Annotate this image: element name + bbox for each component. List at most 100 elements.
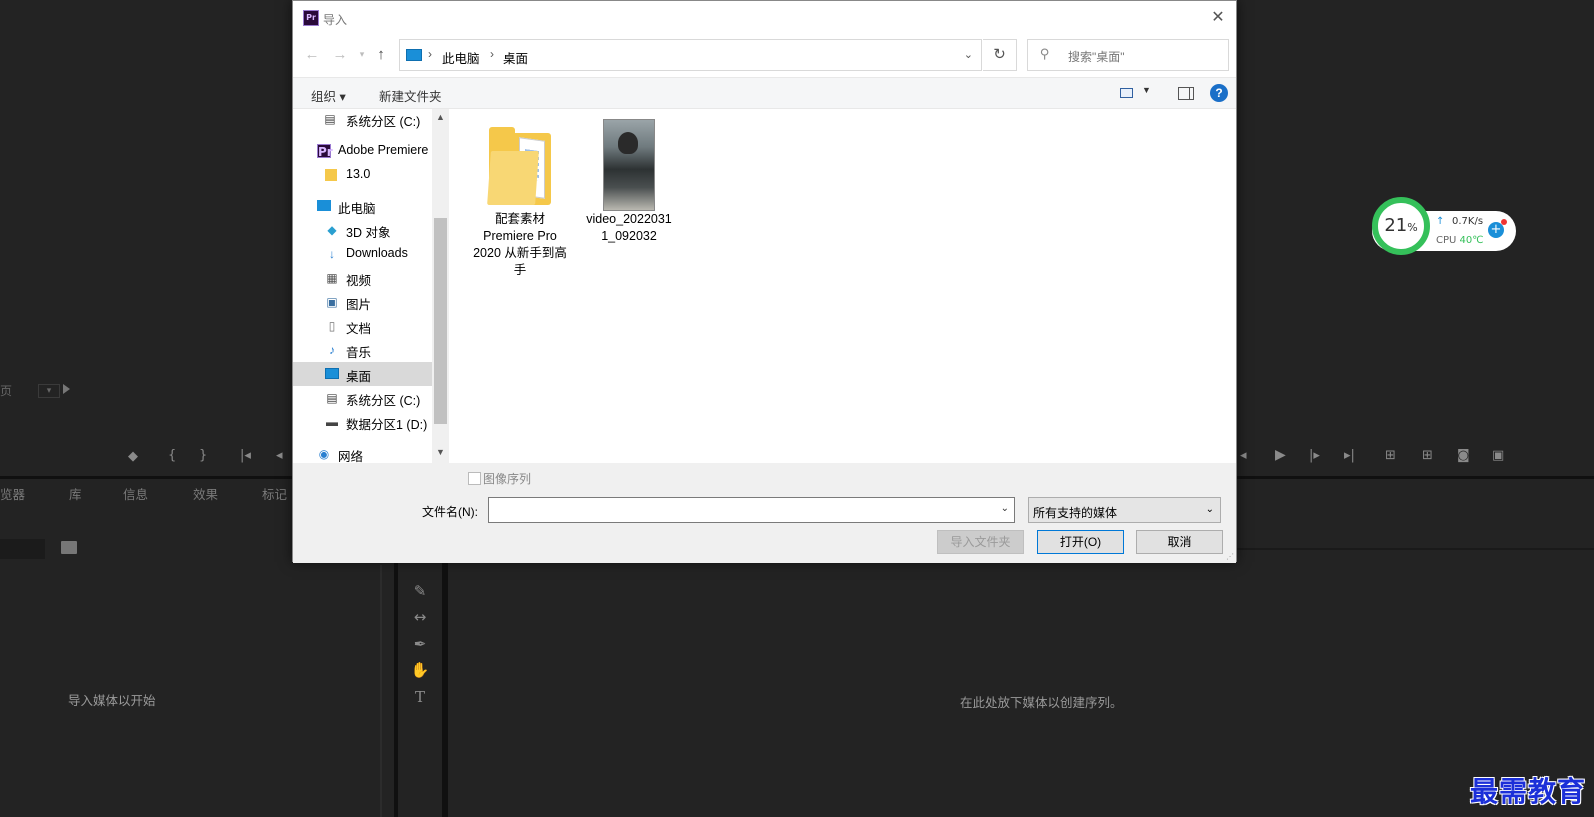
cpu-temp-readout: CPU 40℃	[1436, 235, 1484, 246]
import-folder-button[interactable]: 导入文件夹	[937, 530, 1024, 554]
recent-locations-icon[interactable]: ▾	[353, 49, 371, 60]
go-to-out-icon[interactable]: ▸|	[1344, 449, 1355, 463]
tab-media-browser[interactable]: 览器	[0, 484, 25, 503]
organize-button[interactable]: 组织 ▾	[311, 86, 346, 105]
new-folder-button[interactable]: 新建文件夹	[379, 86, 442, 105]
timeline-empty-text: 在此处放下媒体以创建序列。	[960, 695, 1123, 710]
nav-item-3d-objects[interactable]: ◆ 3D 对象	[293, 218, 433, 242]
navigation-pane: ▤ 系统分区 (C:) Pr Adobe Premiere 13.0 此电脑 ◆…	[293, 109, 449, 463]
mark-in-icon[interactable]: {	[168, 449, 176, 463]
view-mode-icon[interactable]	[1120, 88, 1133, 98]
import-dialog: Pr 导入 ✕ ← → ▾ ↑ › 此电脑 › 桌面 ⌄ ↻ ⚲ 搜索"桌面" …	[292, 0, 1237, 563]
filename-label: 文件名(N):	[422, 505, 478, 519]
upload-icon: ↑	[1436, 216, 1445, 227]
comparison-view-icon[interactable]: ▣	[1492, 449, 1504, 463]
go-to-in-icon[interactable]: |◂	[240, 449, 251, 463]
chevron-right-icon[interactable]: ›	[428, 47, 432, 61]
drive-icon: ▬	[326, 415, 338, 429]
nav-item-pictures[interactable]: ▣ 图片	[293, 290, 433, 314]
breadcrumb-desktop[interactable]: 桌面	[503, 48, 528, 67]
nav-item-downloads[interactable]: ↓ Downloads	[293, 242, 433, 266]
image-sequence-checkbox[interactable]	[468, 472, 481, 485]
list-item-folder[interactable]: 配套素材 Premiere Pro 2020 从新手到高 手	[465, 109, 575, 289]
hand-tool-icon[interactable]: ✋	[410, 661, 430, 679]
step-back-icon[interactable]: ◂	[1240, 449, 1247, 463]
extract-icon[interactable]: ⊞	[1422, 449, 1433, 463]
desktop-icon	[325, 368, 339, 379]
command-bar: 组织 ▾ 新建文件夹 ▼ ?	[293, 77, 1236, 109]
up-icon[interactable]: ↑	[372, 46, 390, 63]
file-name: video_2022031 1_092032	[586, 212, 672, 243]
mark-out-icon[interactable]: }	[199, 449, 207, 463]
back-icon[interactable]: ←	[303, 46, 321, 63]
play-icon[interactable]: ▶	[1275, 448, 1286, 462]
scroll-up-icon[interactable]: ▲	[432, 112, 449, 122]
filename-field[interactable]: ⌄	[488, 497, 1015, 523]
chevron-down-icon[interactable]: ▼	[1142, 85, 1151, 95]
help-icon[interactable]: ?	[1210, 84, 1228, 102]
chevron-right-icon[interactable]: ›	[490, 47, 494, 61]
premiere-icon: Pr	[317, 144, 333, 159]
chevron-down-icon[interactable]: ⌄	[1001, 503, 1009, 514]
nav-item-videos[interactable]: ▦ 视频	[293, 266, 433, 290]
file-list: 配套素材 Premiere Pro 2020 从新手到高 手 video_202…	[449, 109, 1236, 463]
camera-icon[interactable]: ◙	[1457, 449, 1470, 463]
play-icon[interactable]	[63, 384, 70, 394]
dialog-titlebar[interactable]: Pr 导入 ✕	[293, 1, 1236, 35]
video-thumbnail-icon	[603, 119, 655, 211]
marker-icon[interactable]: ◆	[128, 450, 138, 464]
panel-divider	[394, 560, 398, 817]
nav-item-documents[interactable]: ▯ 文档	[293, 314, 433, 338]
tab-markers[interactable]: 标记	[262, 484, 287, 503]
pen-tool-icon[interactable]: ✒	[410, 635, 430, 653]
nav-item-music[interactable]: ♪ 音乐	[293, 338, 433, 362]
file-type-select[interactable]: 所有支持的媒体 ⌄	[1028, 497, 1221, 523]
tab-effects[interactable]: 效果	[193, 484, 218, 503]
type-tool-icon[interactable]: T	[410, 688, 430, 706]
address-bar[interactable]: › 此电脑 › 桌面 ⌄	[399, 39, 982, 71]
scroll-down-icon[interactable]: ▼	[432, 447, 449, 457]
network-speed: 0.7K/s	[1452, 216, 1484, 227]
file-type-value: 所有支持的媒体	[1033, 506, 1118, 520]
nav-item-system-c-2[interactable]: ▤ 系统分区 (C:)	[293, 386, 433, 410]
premiere-logo-icon: Pr	[303, 10, 319, 26]
chevron-down-icon[interactable]: ⌄	[964, 48, 973, 61]
nav-item-adobe-premiere[interactable]: Pr Adobe Premiere	[293, 139, 433, 163]
nav-item-this-pc[interactable]: 此电脑	[293, 194, 433, 218]
open-button[interactable]: 打开(O)	[1037, 530, 1124, 554]
nav-item-data-d[interactable]: ▬ 数据分区1 (D:)	[293, 410, 433, 434]
project-search-input[interactable]	[0, 539, 45, 559]
nav-item-13-0[interactable]: 13.0	[293, 163, 433, 187]
video-icon: ▦	[326, 271, 338, 285]
razor-tool-icon[interactable]: ✎	[410, 582, 430, 600]
lift-icon[interactable]: ⊞	[1385, 449, 1396, 463]
new-bin-icon[interactable]	[61, 541, 77, 554]
search-placeholder: 搜索"桌面"	[1068, 50, 1125, 64]
close-icon[interactable]: ✕	[1208, 8, 1228, 28]
folder-icon	[325, 169, 337, 181]
tab-libraries[interactable]: 库	[69, 484, 82, 503]
step-back-icon[interactable]: ◂	[276, 449, 283, 463]
3d-objects-icon: ◆	[327, 223, 337, 237]
drive-icon: ▤	[326, 391, 338, 405]
cancel-button[interactable]: 取消	[1136, 530, 1223, 554]
preview-pane-icon[interactable]	[1178, 87, 1194, 100]
tab-info[interactable]: 信息	[123, 484, 148, 503]
search-input[interactable]: ⚲ 搜索"桌面"	[1027, 39, 1229, 71]
nav-scrollbar[interactable]: ▲ ▼	[432, 109, 449, 463]
step-forward-icon[interactable]: |▸	[1309, 449, 1320, 463]
file-name: 配套素材 Premiere Pro 2020 从新手到高 手	[473, 212, 567, 277]
nav-item-network[interactable]: ◉ 网络	[293, 442, 433, 463]
page-dropdown[interactable]: ▾	[38, 384, 60, 398]
breadcrumb-this-pc[interactable]: 此电脑	[442, 48, 480, 67]
panel-divider	[442, 560, 448, 817]
scrollbar-thumb[interactable]	[434, 218, 447, 424]
slip-tool-icon[interactable]: ↔	[410, 608, 430, 626]
resize-grip-icon[interactable]: ⋰	[1226, 552, 1234, 561]
folder-icon	[487, 127, 551, 205]
refresh-icon[interactable]: ↻	[983, 39, 1017, 71]
nav-item-system-c[interactable]: ▤ 系统分区 (C:)	[293, 109, 433, 131]
list-item-video[interactable]: video_2022031 1_092032	[579, 109, 679, 249]
nav-item-desktop[interactable]: 桌面	[293, 362, 433, 386]
forward-icon[interactable]: →	[331, 46, 349, 63]
